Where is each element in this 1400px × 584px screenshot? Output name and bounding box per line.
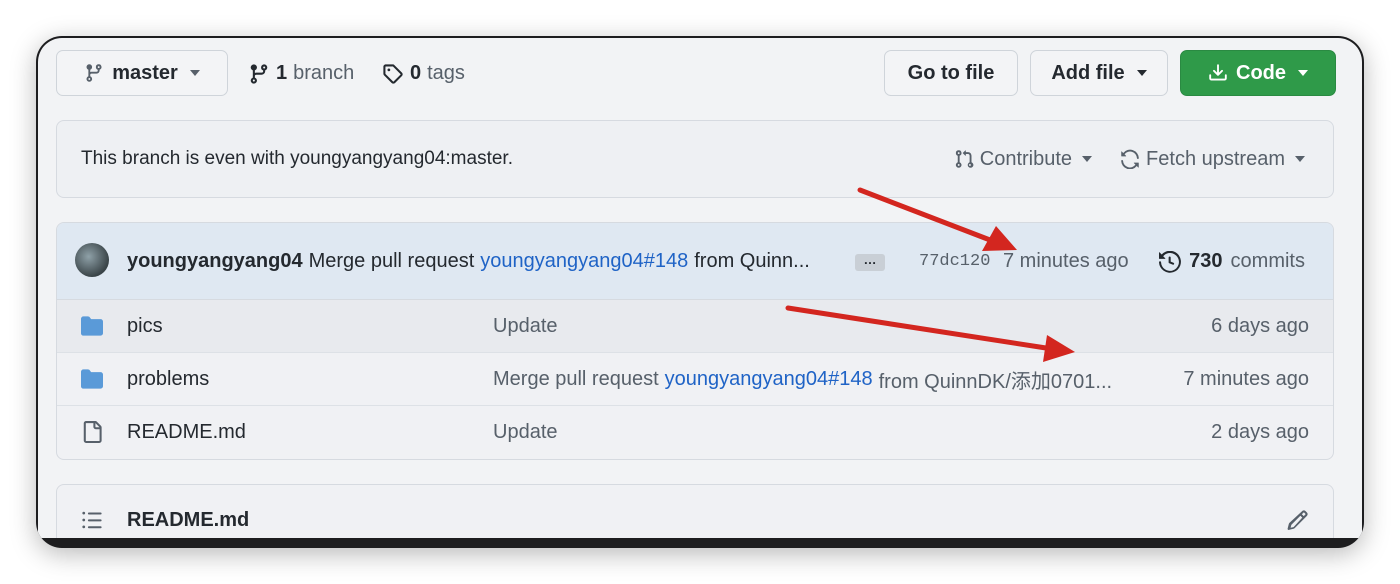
commits-count: 730 xyxy=(1189,250,1223,272)
branch-status-message: This branch is even with youngyangyang04… xyxy=(81,148,513,169)
screenshot-frame: master 1 branch 0 tags Go to file Add fi… xyxy=(36,36,1364,548)
file-age[interactable]: 7 minutes ago xyxy=(1183,353,1309,406)
add-file-label: Add file xyxy=(1051,61,1125,84)
commit-message-suffix[interactable]: from Quinn... xyxy=(694,250,810,273)
tags-link[interactable]: 0 tags xyxy=(382,62,465,85)
contribute-dropdown[interactable]: Contribute xyxy=(954,147,1093,171)
latest-commit-row: youngyangyang04 Merge pull request young… xyxy=(57,223,1333,300)
file-age[interactable]: 6 days ago xyxy=(1211,300,1309,353)
go-to-file-button[interactable]: Go to file xyxy=(884,50,1018,96)
tags-count: 0 xyxy=(410,62,422,84)
chevron-down-icon xyxy=(1136,70,1147,76)
branch-name: master xyxy=(112,61,178,84)
history-icon xyxy=(1159,250,1182,273)
commits-history-link[interactable]: 730 commits xyxy=(1159,223,1305,300)
branches-count: 1 xyxy=(276,62,288,84)
contribute-label: Contribute xyxy=(979,147,1073,170)
file-name[interactable]: pics xyxy=(127,300,163,353)
table-row[interactable]: problems Merge pull request youngyangyan… xyxy=(57,353,1333,406)
pencil-icon[interactable] xyxy=(1287,509,1309,531)
folder-icon xyxy=(81,369,103,389)
expand-commit-button[interactable]: … xyxy=(855,253,885,271)
pull-request-icon xyxy=(955,150,974,168)
file-name[interactable]: problems xyxy=(127,353,209,406)
branches-label: branch xyxy=(293,62,355,84)
commit-message-prefix[interactable]: Merge pull request xyxy=(309,250,475,273)
chevron-down-icon xyxy=(1082,156,1093,162)
go-to-file-label: Go to file xyxy=(907,61,995,84)
fetch-upstream-dropdown[interactable]: Fetch upstream xyxy=(1120,148,1305,171)
chevron-down-icon xyxy=(1295,156,1305,162)
file-commit-pr-link[interactable]: youngyangyang04#148 xyxy=(665,368,873,391)
file-commit-message[interactable]: Update xyxy=(493,406,558,459)
file-commit-suffix: from QuinnDK/添加0701... xyxy=(878,371,1113,393)
repository-view: master 1 branch 0 tags Go to file Add fi… xyxy=(38,38,1362,538)
table-row[interactable]: README.md Update 2 days ago xyxy=(57,406,1333,459)
tags-label: tags xyxy=(427,62,465,84)
branch-select-button[interactable]: master xyxy=(56,50,228,96)
readme-box: README.md xyxy=(56,484,1334,538)
chevron-down-icon xyxy=(1298,70,1308,76)
file-name[interactable]: README.md xyxy=(127,406,246,459)
git-branch-icon xyxy=(86,64,102,82)
file-icon xyxy=(83,421,102,443)
add-file-button[interactable]: Add file xyxy=(1030,50,1168,96)
commit-time[interactable]: 7 minutes ago xyxy=(1003,223,1129,300)
file-commit-text: Update xyxy=(493,315,558,337)
commit-sha[interactable]: 77dc120 xyxy=(919,223,990,300)
commit-author[interactable]: youngyangyang04 xyxy=(127,250,303,273)
file-commit-text: Update xyxy=(493,421,558,443)
git-branch-icon xyxy=(250,63,268,84)
file-age[interactable]: 2 days ago xyxy=(1211,406,1309,459)
file-commit-message[interactable]: Update xyxy=(493,300,558,353)
readme-title: README.md xyxy=(127,509,250,531)
sync-icon xyxy=(1121,149,1139,169)
file-commit-text: Merge pull request xyxy=(493,368,659,390)
fetch-upstream-label: Fetch upstream xyxy=(1146,147,1285,170)
file-listing: youngyangyang04 Merge pull request young… xyxy=(56,222,1334,460)
code-label: Code xyxy=(1236,61,1286,84)
list-icon[interactable] xyxy=(81,509,103,531)
download-icon xyxy=(1209,64,1227,81)
commit-pr-link[interactable]: youngyangyang04#148 xyxy=(480,250,688,273)
file-commit-message[interactable]: Merge pull request youngyangyang04#148 f… xyxy=(493,353,1112,406)
chevron-down-icon xyxy=(189,70,200,76)
commits-label: commits xyxy=(1230,250,1305,272)
tag-icon xyxy=(383,63,403,84)
table-row[interactable]: pics Update 6 days ago xyxy=(57,300,1333,353)
branches-link[interactable]: 1 branch xyxy=(248,62,354,85)
folder-icon xyxy=(81,316,103,336)
code-button[interactable]: Code xyxy=(1180,50,1336,96)
avatar[interactable] xyxy=(75,243,109,277)
branch-status-box: This branch is even with youngyangyang04… xyxy=(56,120,1334,198)
